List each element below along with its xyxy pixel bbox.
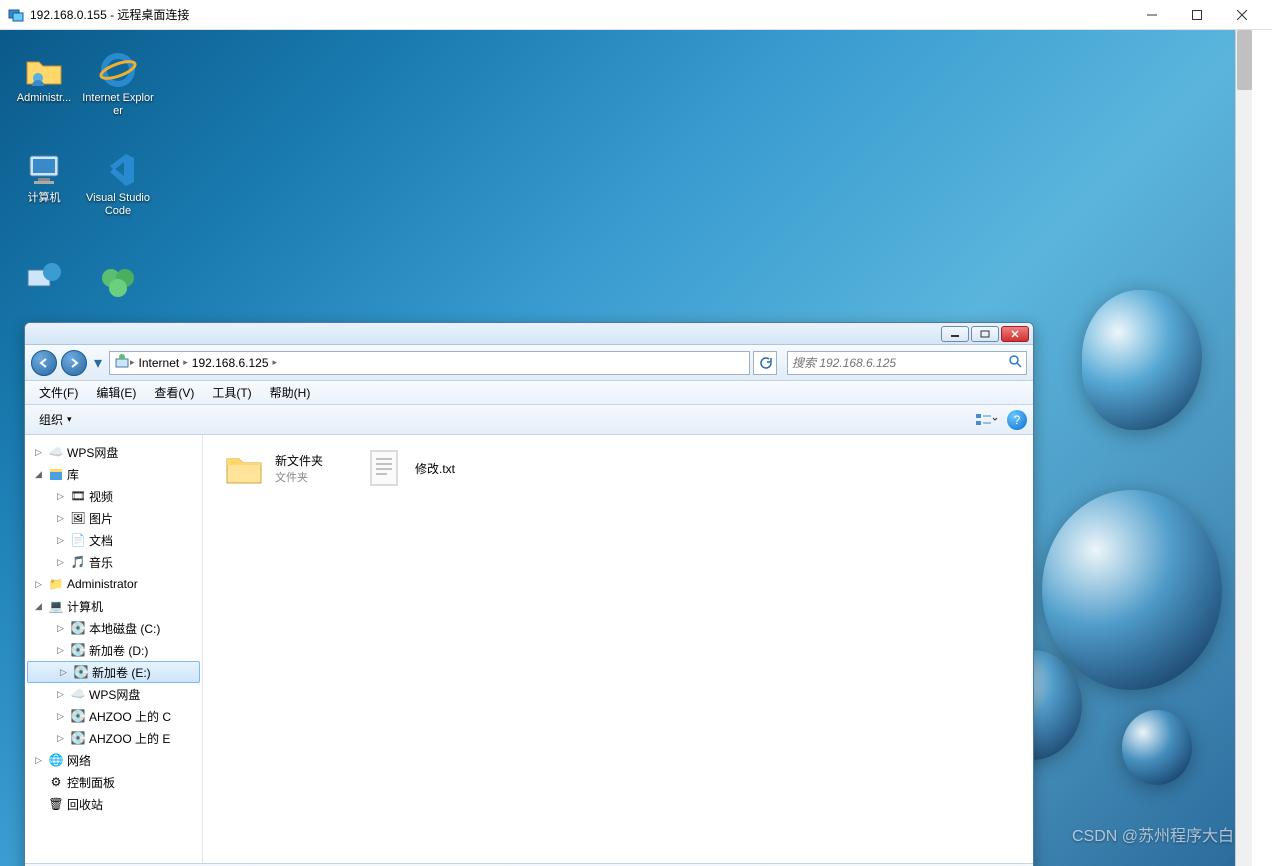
tree-computer[interactable]: ◢💻计算机 — [25, 595, 202, 617]
disk-icon: 💽 — [70, 620, 86, 636]
organize-button[interactable]: 组织 ▾ — [31, 409, 80, 430]
recyclebin-icon: 🗑 — [48, 796, 64, 812]
video-icon: 🎞 — [70, 488, 86, 504]
explorer-maximize-button[interactable] — [971, 326, 999, 342]
remote-desktop: Administr... Internet Explorer 计算机 Visua… — [0, 30, 1252, 866]
picture-icon: 🖼 — [70, 510, 86, 526]
tree-wps[interactable]: ▷☁️WPS网盘 — [25, 441, 202, 463]
explorer-minimize-button[interactable] — [941, 326, 969, 342]
desktop-icon-computer[interactable]: 计算机 — [8, 150, 80, 205]
remote-scrollbar[interactable] — [1235, 30, 1252, 866]
tree-libraries[interactable]: ◢库 — [25, 463, 202, 485]
tree-ahzoo-c[interactable]: ▷💽AHZOO 上的 C — [25, 705, 202, 727]
minimize-button[interactable] — [1129, 1, 1174, 29]
ie-icon — [98, 50, 138, 90]
scrollbar-thumb[interactable] — [1237, 30, 1252, 90]
address-bar[interactable]: ▸ Internet ▸ 192.168.6.125 ▸ — [109, 351, 750, 375]
user-folder-icon: 📁 — [48, 576, 64, 592]
menu-help[interactable]: 帮助(H) — [262, 382, 319, 403]
breadcrumb-host[interactable]: 192.168.6.125 — [188, 356, 273, 370]
rdp-icon — [8, 7, 24, 23]
desktop-icon-administrator[interactable]: Administr... — [8, 50, 80, 105]
green-app-icon — [98, 260, 138, 300]
computer-icon: 💻 — [48, 598, 64, 614]
tree-documents[interactable]: ▷📄文档 — [25, 529, 202, 551]
folder-icon — [223, 447, 265, 489]
refresh-button[interactable] — [753, 351, 777, 375]
breadcrumb-internet[interactable]: Internet — [135, 356, 184, 370]
cloud-icon: ☁️ — [70, 686, 86, 702]
desktop-icon-vscode[interactable]: Visual Studio Code — [82, 150, 154, 218]
explorer-titlebar[interactable] — [25, 323, 1033, 345]
vscode-icon — [98, 150, 138, 190]
content-pane[interactable]: 新文件夹 文件夹 修改.txt — [203, 435, 1033, 863]
search-box[interactable] — [787, 351, 1027, 375]
back-button[interactable] — [31, 350, 57, 376]
cloud-icon: ☁️ — [48, 444, 64, 460]
network-icon: 🌐 — [48, 752, 64, 768]
file-type: 文件夹 — [275, 469, 323, 485]
menu-view[interactable]: 查看(V) — [146, 382, 202, 403]
explorer-window: ▾ ▸ Internet ▸ 192.168.6.125 ▸ 文件(F) 编辑(… — [24, 322, 1034, 866]
netdisk-icon: 💽 — [70, 730, 86, 746]
tree-administrator[interactable]: ▷📁Administrator — [25, 573, 202, 595]
music-icon: 🎵 — [70, 554, 86, 570]
navigation-pane[interactable]: ▷☁️WPS网盘 ◢库 ▷🎞视频 ▷🖼图片 ▷📄文档 ▷🎵音乐 ▷📁Admini… — [25, 435, 203, 863]
desktop-icon-partial2[interactable] — [82, 260, 154, 302]
menu-tools[interactable]: 工具(T) — [204, 382, 259, 403]
tree-recyclebin[interactable]: 🗑回收站 — [25, 793, 202, 815]
tree-wps2[interactable]: ▷☁️WPS网盘 — [25, 683, 202, 705]
history-dropdown-button[interactable]: ▾ — [91, 353, 105, 373]
desktop-icon-ie[interactable]: Internet Explorer — [82, 50, 154, 118]
tree-newvolume-d[interactable]: ▷💽新加卷 (D:) — [25, 639, 202, 661]
explorer-navbar: ▾ ▸ Internet ▸ 192.168.6.125 ▸ — [25, 345, 1033, 381]
rdp-title: 192.168.0.155 - 远程桌面连接 — [30, 6, 1129, 23]
help-button[interactable]: ? — [1007, 410, 1027, 430]
maximize-button[interactable] — [1174, 1, 1219, 29]
file-item-folder[interactable]: 新文件夹 文件夹 — [223, 447, 323, 489]
tree-newvolume-e[interactable]: ▷💽新加卷 (E:) — [27, 661, 200, 683]
close-button[interactable] — [1219, 1, 1264, 29]
rdp-titlebar: 192.168.0.155 - 远程桌面连接 — [0, 0, 1272, 30]
tree-ahzoo-e[interactable]: ▷💽AHZOO 上的 E — [25, 727, 202, 749]
file-name: 新文件夹 — [275, 452, 323, 469]
file-item-txt[interactable]: 修改.txt — [363, 447, 455, 489]
menu-edit[interactable]: 编辑(E) — [88, 382, 144, 403]
tree-controlpanel[interactable]: ⚙控制面板 — [25, 771, 202, 793]
library-icon — [48, 466, 64, 482]
network-location-icon — [114, 353, 130, 372]
desktop-icon-label: Internet Explorer — [82, 92, 154, 118]
tree-videos[interactable]: ▷🎞视频 — [25, 485, 202, 507]
netdisk-icon: 💽 — [70, 708, 86, 724]
controlpanel-icon: ⚙ — [48, 774, 64, 790]
disk-icon: 💽 — [70, 642, 86, 658]
explorer-close-button[interactable] — [1001, 326, 1029, 342]
computer-icon — [24, 150, 64, 190]
folder-user-icon — [24, 50, 64, 90]
tree-music[interactable]: ▷🎵音乐 — [25, 551, 202, 573]
search-icon[interactable] — [1008, 354, 1022, 371]
view-mode-button[interactable] — [967, 409, 1007, 431]
tree-localdisk-c[interactable]: ▷💽本地磁盘 (C:) — [25, 617, 202, 639]
tree-pictures[interactable]: ▷🖼图片 — [25, 507, 202, 529]
globe-monitor-icon — [24, 260, 64, 300]
forward-button[interactable] — [61, 350, 87, 376]
desktop-icon-label: 计算机 — [8, 192, 80, 205]
desktop-icon-partial[interactable] — [8, 260, 80, 302]
breadcrumb-separator-icon[interactable]: ▸ — [273, 357, 278, 368]
document-icon: 📄 — [70, 532, 86, 548]
search-input[interactable] — [792, 356, 1008, 370]
desktop-icon-label: Visual Studio Code — [82, 192, 154, 218]
text-file-icon — [363, 447, 405, 489]
tree-network[interactable]: ▷🌐网络 — [25, 749, 202, 771]
file-name: 修改.txt — [415, 460, 455, 477]
explorer-toolbar: 组织 ▾ ? — [25, 405, 1033, 435]
menu-file[interactable]: 文件(F) — [31, 382, 86, 403]
watermark: CSDN @苏州程序大白 — [1072, 822, 1234, 846]
desktop-icon-label: Administr... — [8, 92, 80, 105]
explorer-menubar: 文件(F) 编辑(E) 查看(V) 工具(T) 帮助(H) — [25, 381, 1033, 405]
disk-icon: 💽 — [73, 664, 89, 680]
